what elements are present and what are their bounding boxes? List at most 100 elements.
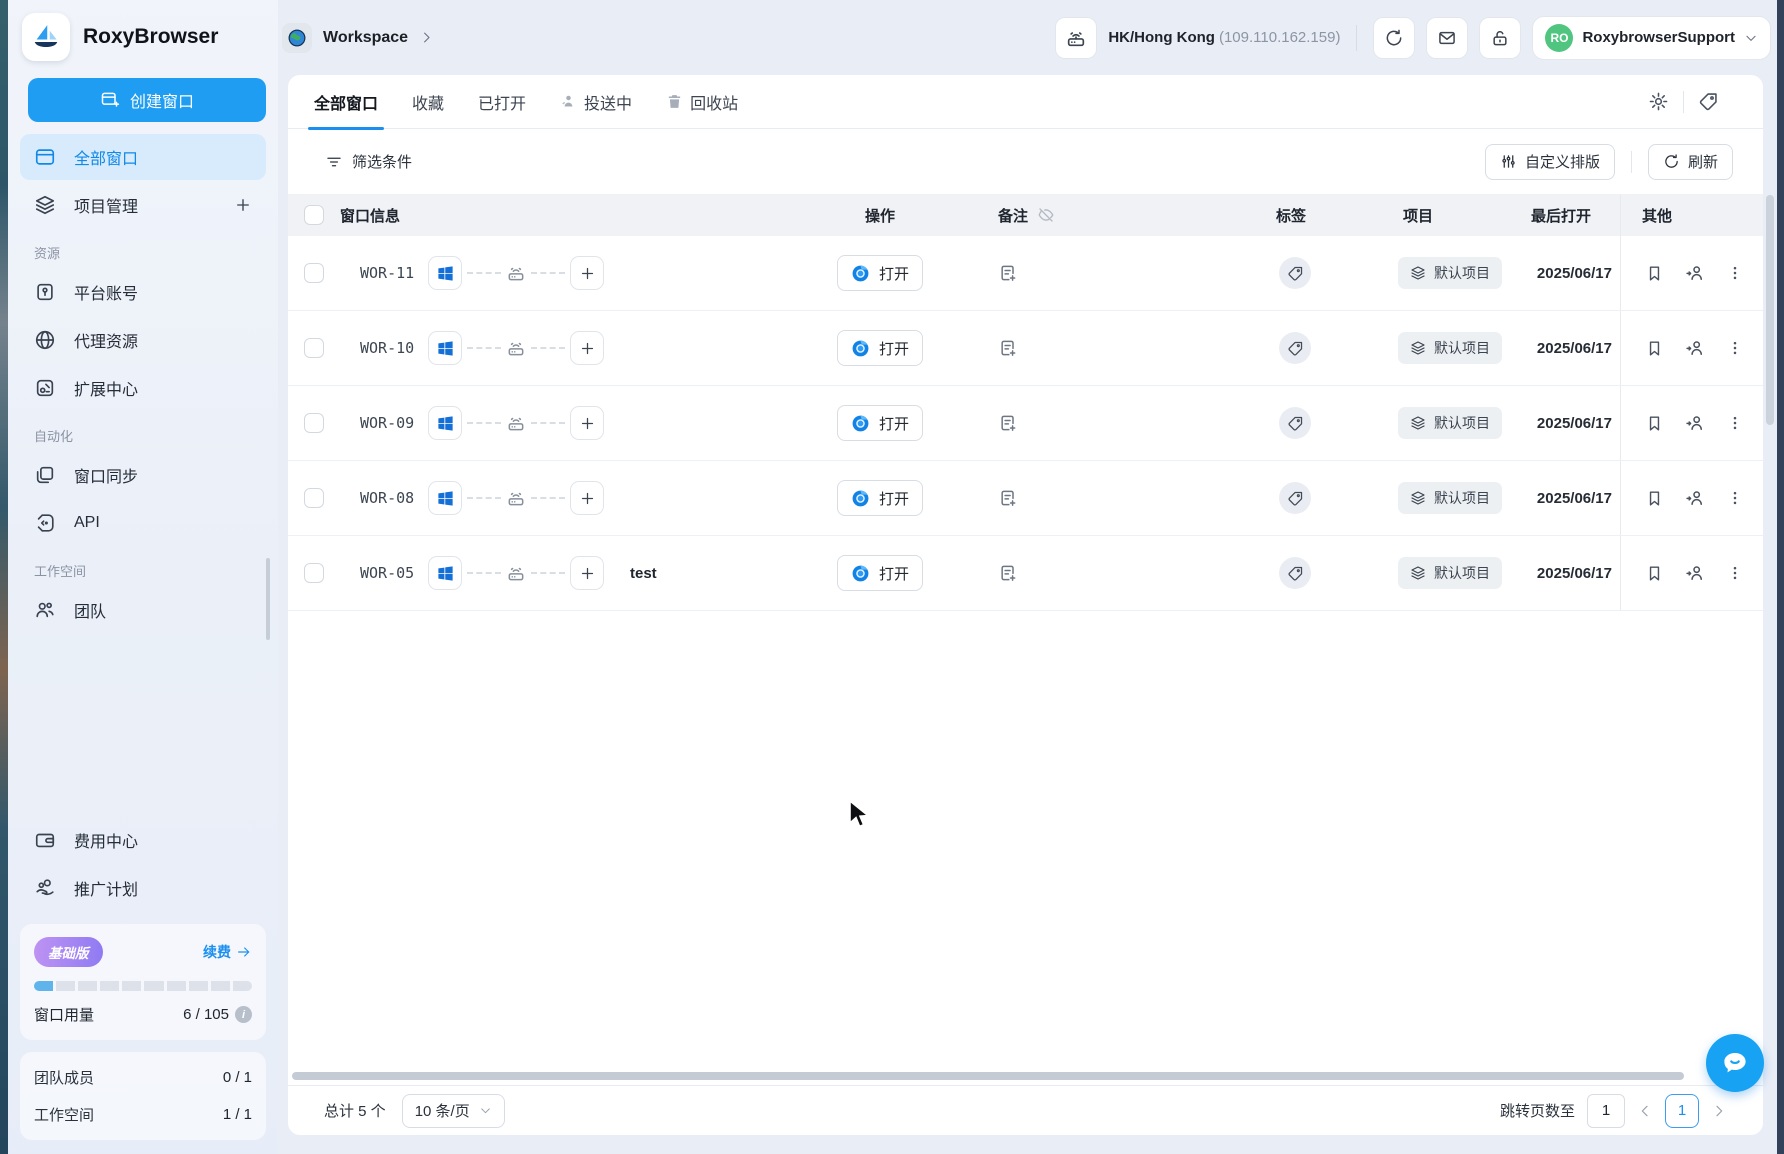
bookmark-icon[interactable] bbox=[1645, 264, 1664, 283]
renew-link[interactable]: 续费 bbox=[203, 942, 252, 962]
sidebar-scrollbar[interactable] bbox=[266, 558, 270, 640]
sidebar-item-project-management[interactable]: 项目管理 bbox=[20, 182, 266, 228]
page-size-select[interactable]: 10 条/页 bbox=[402, 1094, 505, 1128]
row-checkbox[interactable] bbox=[304, 413, 324, 433]
windows-os-icon[interactable] bbox=[428, 556, 462, 590]
account-menu[interactable]: RO RoxybrowserSupport bbox=[1532, 16, 1771, 60]
add-note-icon[interactable] bbox=[998, 263, 1018, 283]
select-all-checkbox[interactable] bbox=[304, 205, 324, 225]
info-icon[interactable]: i bbox=[235, 1006, 252, 1023]
bookmark-icon[interactable] bbox=[1645, 564, 1664, 583]
eye-off-icon[interactable] bbox=[1037, 206, 1055, 224]
windows-os-icon[interactable] bbox=[428, 406, 462, 440]
project-chip[interactable]: 默认项目 bbox=[1398, 257, 1502, 289]
tag-icon[interactable] bbox=[1279, 257, 1311, 289]
add-proxy-button[interactable] bbox=[570, 556, 604, 590]
open-button[interactable]: 打开 bbox=[837, 255, 923, 291]
refresh-button[interactable]: 刷新 bbox=[1648, 144, 1733, 180]
create-window-button[interactable]: 创建窗口 bbox=[28, 78, 266, 122]
workspace-label: Workspace bbox=[323, 29, 408, 47]
row-checkbox[interactable] bbox=[304, 563, 324, 583]
more-menu-icon[interactable] bbox=[1726, 339, 1744, 357]
add-proxy-button[interactable] bbox=[570, 481, 604, 515]
proxy-slot-icon bbox=[506, 488, 526, 508]
more-menu-icon[interactable] bbox=[1726, 489, 1744, 507]
more-menu-icon[interactable] bbox=[1726, 264, 1744, 282]
chat-support-button[interactable] bbox=[1706, 1034, 1764, 1092]
add-note-icon[interactable] bbox=[998, 338, 1018, 358]
share-user-icon[interactable] bbox=[1685, 263, 1705, 283]
sidebar-item-window-sync[interactable]: 窗口同步 bbox=[20, 452, 266, 498]
custom-layout-button[interactable]: 自定义排版 bbox=[1485, 144, 1615, 180]
vertical-scrollbar[interactable] bbox=[1766, 195, 1774, 425]
share-user-icon[interactable] bbox=[1685, 413, 1705, 433]
bookmark-icon[interactable] bbox=[1645, 339, 1664, 358]
open-button[interactable]: 打开 bbox=[837, 555, 923, 591]
proxy-ip: (109.110.162.159) bbox=[1219, 29, 1341, 46]
tag-icon[interactable] bbox=[1279, 407, 1311, 439]
sidebar-item-all-windows[interactable]: 全部窗口 bbox=[20, 134, 266, 180]
mail-button[interactable] bbox=[1426, 17, 1468, 59]
table-body: WOR-11 打开 bbox=[288, 236, 1763, 611]
tab-recycle-bin[interactable]: 回收站 bbox=[666, 75, 738, 129]
add-proxy-button[interactable] bbox=[570, 256, 604, 290]
tag-manage-icon[interactable] bbox=[1698, 91, 1719, 112]
add-project-icon[interactable] bbox=[234, 196, 252, 214]
jump-page-input[interactable] bbox=[1587, 1094, 1625, 1128]
share-user-icon[interactable] bbox=[1685, 338, 1705, 358]
unlock-button[interactable] bbox=[1479, 17, 1521, 59]
plan-badge: 基础版 bbox=[34, 937, 103, 967]
sidebar-item-extension-center[interactable]: 扩展中心 bbox=[20, 365, 266, 411]
sync-button[interactable] bbox=[1373, 17, 1415, 59]
row-checkbox[interactable] bbox=[304, 488, 324, 508]
horizontal-scrollbar[interactable] bbox=[292, 1072, 1684, 1080]
add-note-icon[interactable] bbox=[998, 413, 1018, 433]
proxy-router-icon[interactable] bbox=[1055, 17, 1097, 59]
connector-dash bbox=[467, 272, 501, 274]
filter-button[interactable]: 筛选条件 bbox=[325, 151, 412, 172]
prev-page-icon[interactable] bbox=[1637, 1103, 1653, 1119]
share-user-icon[interactable] bbox=[1685, 488, 1705, 508]
tab-delivering[interactable]: 投送中 bbox=[560, 75, 632, 129]
windows-os-icon[interactable] bbox=[428, 481, 462, 515]
windows-os-icon[interactable] bbox=[428, 331, 462, 365]
tag-icon[interactable] bbox=[1279, 557, 1311, 589]
chevron-right-icon bbox=[419, 30, 434, 45]
sidebar-item-promotion-plan[interactable]: 推广计划 bbox=[20, 865, 266, 911]
sidebar-item-platform-accounts[interactable]: 平台账号 bbox=[20, 269, 266, 315]
row-checkbox[interactable] bbox=[304, 338, 324, 358]
open-button[interactable]: 打开 bbox=[837, 405, 923, 441]
bookmark-icon[interactable] bbox=[1645, 414, 1664, 433]
more-menu-icon[interactable] bbox=[1726, 564, 1744, 582]
tab-all-windows[interactable]: 全部窗口 bbox=[314, 75, 378, 129]
tab-favorites[interactable]: 收藏 bbox=[412, 75, 444, 129]
project-chip[interactable]: 默认项目 bbox=[1398, 557, 1502, 589]
tag-icon[interactable] bbox=[1279, 332, 1311, 364]
extension-icon bbox=[34, 377, 56, 399]
more-menu-icon[interactable] bbox=[1726, 414, 1744, 432]
current-page-button[interactable]: 1 bbox=[1665, 1094, 1699, 1128]
row-checkbox[interactable] bbox=[304, 263, 324, 283]
tag-icon[interactable] bbox=[1279, 482, 1311, 514]
add-proxy-button[interactable] bbox=[570, 406, 604, 440]
project-chip[interactable]: 默认项目 bbox=[1398, 407, 1502, 439]
windows-os-icon[interactable] bbox=[428, 256, 462, 290]
add-note-icon[interactable] bbox=[998, 563, 1018, 583]
sidebar-item-team[interactable]: 团队 bbox=[20, 587, 266, 633]
bookmark-icon[interactable] bbox=[1645, 489, 1664, 508]
gear-icon[interactable] bbox=[1648, 91, 1669, 112]
sidebar-item-api[interactable]: API bbox=[20, 500, 266, 546]
open-button[interactable]: 打开 bbox=[837, 330, 923, 366]
tab-opened[interactable]: 已打开 bbox=[478, 75, 526, 129]
next-page-icon[interactable] bbox=[1711, 1103, 1727, 1119]
sidebar-item-proxy-resources[interactable]: 代理资源 bbox=[20, 317, 266, 363]
project-chip[interactable]: 默认项目 bbox=[1398, 482, 1502, 514]
api-code-icon bbox=[34, 512, 56, 534]
sidebar-item-billing-center[interactable]: 费用中心 bbox=[20, 817, 266, 863]
share-user-icon[interactable] bbox=[1685, 563, 1705, 583]
open-button[interactable]: 打开 bbox=[837, 480, 923, 516]
add-note-icon[interactable] bbox=[998, 488, 1018, 508]
project-chip[interactable]: 默认项目 bbox=[1398, 332, 1502, 364]
breadcrumb[interactable]: Workspace bbox=[282, 0, 434, 75]
add-proxy-button[interactable] bbox=[570, 331, 604, 365]
